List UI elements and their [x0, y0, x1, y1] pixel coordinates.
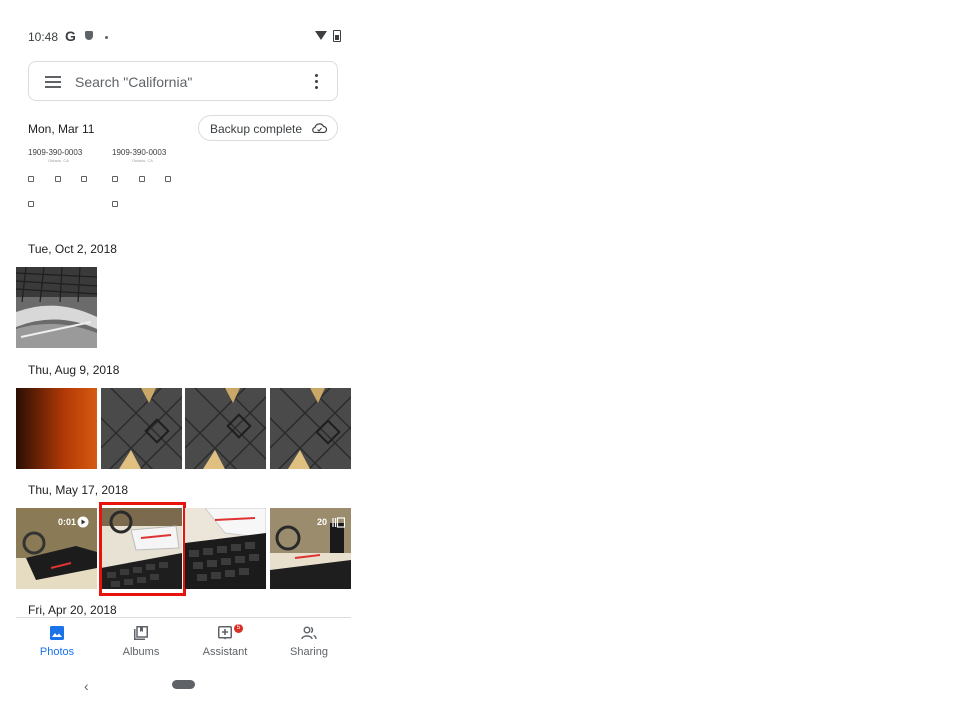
battery-icon: [333, 30, 341, 42]
call-screenshot-thumbnail[interactable]: 1909-390-0003 Ontario, CA: [112, 146, 192, 218]
call-number: 1909-390-0003: [112, 148, 167, 157]
date-header-mar11: Mon, Mar 11: [28, 122, 95, 136]
burst-count: 20: [317, 517, 328, 527]
date-header-aug9: Thu, Aug 9, 2018: [28, 363, 120, 377]
status-time: 10:48: [28, 30, 59, 44]
photo-thumbnail[interactable]: [101, 388, 182, 469]
video-duration: 0:01: [58, 517, 77, 527]
search-input[interactable]: Search "California": [75, 74, 192, 90]
nav-sharing-label: Sharing: [290, 646, 328, 658]
photo-thumbnail[interactable]: [185, 388, 266, 469]
call-location: Ontario, CA: [48, 158, 69, 163]
nav-assistant[interactable]: 5 Assistant: [190, 624, 260, 664]
burst-icon: [332, 517, 345, 528]
google-icon: G: [65, 28, 76, 44]
status-bar: 10:48 G: [28, 28, 341, 46]
home-pill[interactable]: [172, 680, 195, 689]
back-icon[interactable]: ‹: [84, 678, 89, 694]
date-header-apr20: Fri, Apr 20, 2018: [28, 603, 117, 617]
photo-thumbnail[interactable]: [16, 267, 97, 348]
notification-dot-icon: [105, 36, 108, 39]
date-header-may17: Thu, May 17, 2018: [28, 483, 129, 497]
nav-divider: [16, 617, 351, 618]
more-options-icon[interactable]: [315, 74, 319, 90]
photo-thumbnail[interactable]: [270, 388, 351, 469]
backup-status-chip[interactable]: Backup complete: [198, 115, 338, 141]
nav-photos[interactable]: Photos: [22, 624, 92, 664]
nav-albums-label: Albums: [122, 646, 160, 658]
nav-photos-label: Photos: [39, 646, 75, 658]
people-icon: [301, 626, 317, 640]
assistant-notification-badge: 5: [234, 624, 243, 633]
nav-sharing[interactable]: Sharing: [274, 624, 344, 664]
shield-icon: [85, 31, 93, 40]
call-location: Ontario, CA: [132, 158, 153, 163]
photo-icon: [50, 626, 64, 640]
menu-icon[interactable]: [45, 76, 61, 88]
search-bar[interactable]: Search "California": [28, 61, 338, 101]
nav-assistant-label: Assistant: [202, 646, 248, 658]
play-icon: [77, 516, 89, 528]
call-screenshot-thumbnail[interactable]: 1909-390-0003 Ontario, CA: [28, 146, 108, 218]
video-thumbnail[interactable]: 0:01: [16, 508, 97, 589]
cloud-done-icon: [312, 123, 327, 133]
photo-thumbnail[interactable]: [16, 388, 97, 469]
nav-albums[interactable]: Albums: [106, 624, 176, 664]
burst-photo-thumbnail[interactable]: 20: [270, 508, 351, 589]
backup-label: Backup complete: [210, 122, 303, 136]
photos-app-screen: 10:48 G Search "California" Mon, Mar 11 …: [0, 0, 366, 720]
photo-thumbnail[interactable]: [185, 508, 266, 589]
assistant-icon: [218, 626, 232, 640]
album-icon: [134, 626, 148, 640]
call-number: 1909-390-0003: [28, 148, 83, 157]
wifi-icon: [315, 31, 327, 40]
photo-thumbnail[interactable]: [101, 508, 182, 589]
date-header-oct2: Tue, Oct 2, 2018: [28, 242, 117, 256]
